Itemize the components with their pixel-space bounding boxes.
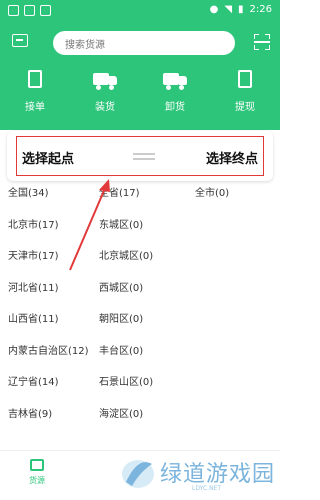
watermark-logo-icon xyxy=(122,460,154,488)
city-column: 全市(0) xyxy=(195,188,229,220)
swap-icon[interactable] xyxy=(131,148,157,164)
city-item[interactable]: 全市(0) xyxy=(195,188,229,220)
action-bar: 接单 装货 卸货 提现 xyxy=(0,70,280,113)
watermark: 绿道游戏园 LDYC.NET xyxy=(118,452,278,498)
tab-cargo[interactable]: 货源 xyxy=(22,459,52,486)
route-selector: 选择起点 选择终点 xyxy=(7,131,273,181)
province-item[interactable]: 辽宁省(14) xyxy=(8,377,89,409)
notification-icon xyxy=(24,5,35,16)
route-highlight-box: 选择起点 选择终点 xyxy=(16,136,264,176)
header: 搜索货源 接单 装货 卸货 提现 xyxy=(0,22,280,130)
district-item[interactable]: 全省(17) xyxy=(99,188,153,220)
truck-icon xyxy=(93,70,117,90)
district-item[interactable]: 丰台区(0) xyxy=(99,346,153,378)
location-icon: ● xyxy=(209,4,219,15)
action-label: 装货 xyxy=(95,102,115,113)
tab-label: 货源 xyxy=(29,476,45,485)
search-input[interactable]: 搜索货源 xyxy=(53,31,235,55)
end-point-button[interactable]: 选择终点 xyxy=(206,148,258,167)
district-item[interactable]: 北京城区(0) xyxy=(99,251,153,283)
action-withdraw[interactable]: 提现 xyxy=(210,70,280,113)
province-item[interactable]: 河北省(11) xyxy=(8,283,89,315)
province-column: 全国(34) 北京市(17) 天津市(17) 河北省(11) 山西省(11) 内… xyxy=(8,188,89,440)
action-label: 提现 xyxy=(235,102,255,113)
action-label: 接单 xyxy=(25,102,45,113)
document-icon xyxy=(233,70,257,90)
wifi-icon: ◥ xyxy=(224,4,233,15)
province-item[interactable]: 天津市(17) xyxy=(8,251,89,283)
search-placeholder: 搜索货源 xyxy=(65,40,105,51)
province-item[interactable]: 北京市(17) xyxy=(8,220,89,252)
truck-icon xyxy=(163,70,187,90)
cargo-box-icon xyxy=(30,459,44,471)
province-item[interactable]: 内蒙古自治区(12) xyxy=(8,346,89,378)
status-bar: ● ◥ ▮ 2:26 xyxy=(0,0,280,22)
action-load[interactable]: 装货 xyxy=(70,70,140,113)
clock: 2:26 xyxy=(249,4,272,15)
district-item[interactable]: 朝阳区(0) xyxy=(99,314,153,346)
battery-icon: ▮ xyxy=(238,4,244,15)
watermark-subtext: LDYC.NET xyxy=(192,485,222,492)
district-item[interactable]: 海淀区(0) xyxy=(99,409,153,441)
action-label: 卸货 xyxy=(165,102,185,113)
district-item[interactable]: 东城区(0) xyxy=(99,220,153,252)
message-icon[interactable] xyxy=(12,34,28,47)
province-item[interactable]: 山西省(11) xyxy=(8,314,89,346)
province-item[interactable]: 吉林省(9) xyxy=(8,409,89,441)
district-item[interactable]: 西城区(0) xyxy=(99,283,153,315)
action-accept-order[interactable]: 接单 xyxy=(0,70,70,113)
notification-icon xyxy=(8,5,19,16)
district-item[interactable]: 石景山区(0) xyxy=(99,377,153,409)
scan-icon[interactable] xyxy=(254,34,270,50)
watermark-text: 绿道游戏园 xyxy=(160,462,276,487)
document-icon xyxy=(23,70,47,90)
start-point-button[interactable]: 选择起点 xyxy=(22,148,74,167)
province-item[interactable]: 全国(34) xyxy=(8,188,89,220)
district-column: 全省(17) 东城区(0) 北京城区(0) 西城区(0) 朝阳区(0) 丰台区(… xyxy=(99,188,153,440)
notification-icon xyxy=(40,5,51,16)
action-unload[interactable]: 卸货 xyxy=(140,70,210,113)
